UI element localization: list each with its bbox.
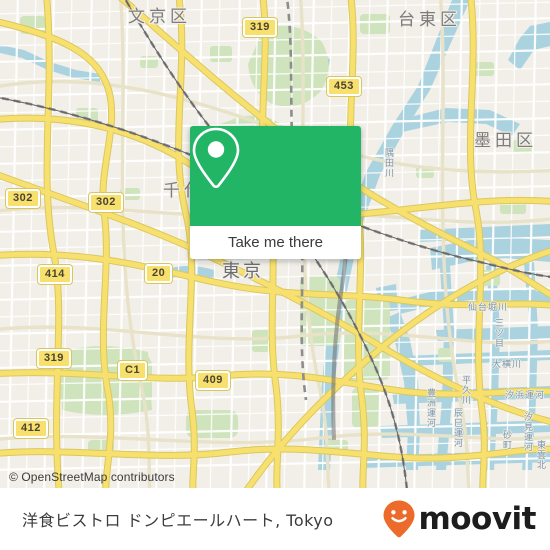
- moovit-pin-icon: [383, 500, 415, 538]
- route-shield[interactable]: C1: [118, 361, 148, 380]
- place-name: 洋食ビストロ ドンピエールハート, Tokyo: [22, 511, 334, 530]
- footer-bar: 洋食ビストロ ドンピエールハート, Tokyo moovit: [0, 488, 550, 550]
- route-shield[interactable]: 409: [196, 371, 230, 390]
- card-pin-area: [190, 126, 361, 226]
- route-shield[interactable]: 412: [14, 419, 48, 438]
- take-me-there-button[interactable]: Take me there: [190, 226, 361, 259]
- route-shield[interactable]: 302: [6, 189, 40, 208]
- moovit-wordmark: moovit: [418, 501, 536, 537]
- route-shield[interactable]: 302: [89, 193, 123, 212]
- route-shield[interactable]: 319: [243, 18, 277, 37]
- route-shield[interactable]: 453: [327, 77, 361, 96]
- moovit-logo[interactable]: moovit: [382, 499, 536, 539]
- route-shield[interactable]: 319: [37, 349, 71, 368]
- map-canvas[interactable]: 文京区 台東区 墨田区 千代田区 東京 隅田川 仙台堀川 三ツ目 大横川 平久川…: [0, 0, 550, 488]
- take-me-there-card[interactable]: Take me there: [190, 126, 361, 259]
- route-shield[interactable]: 414: [38, 265, 72, 284]
- map-pin-icon: [192, 127, 240, 188]
- route-shield[interactable]: 20: [145, 264, 173, 283]
- moovit-map-screenshot: 文京区 台東区 墨田区 千代田区 東京 隅田川 仙台堀川 三ツ目 大横川 平久川…: [0, 0, 550, 550]
- osm-attribution: © OpenStreetMap contributors: [9, 470, 175, 484]
